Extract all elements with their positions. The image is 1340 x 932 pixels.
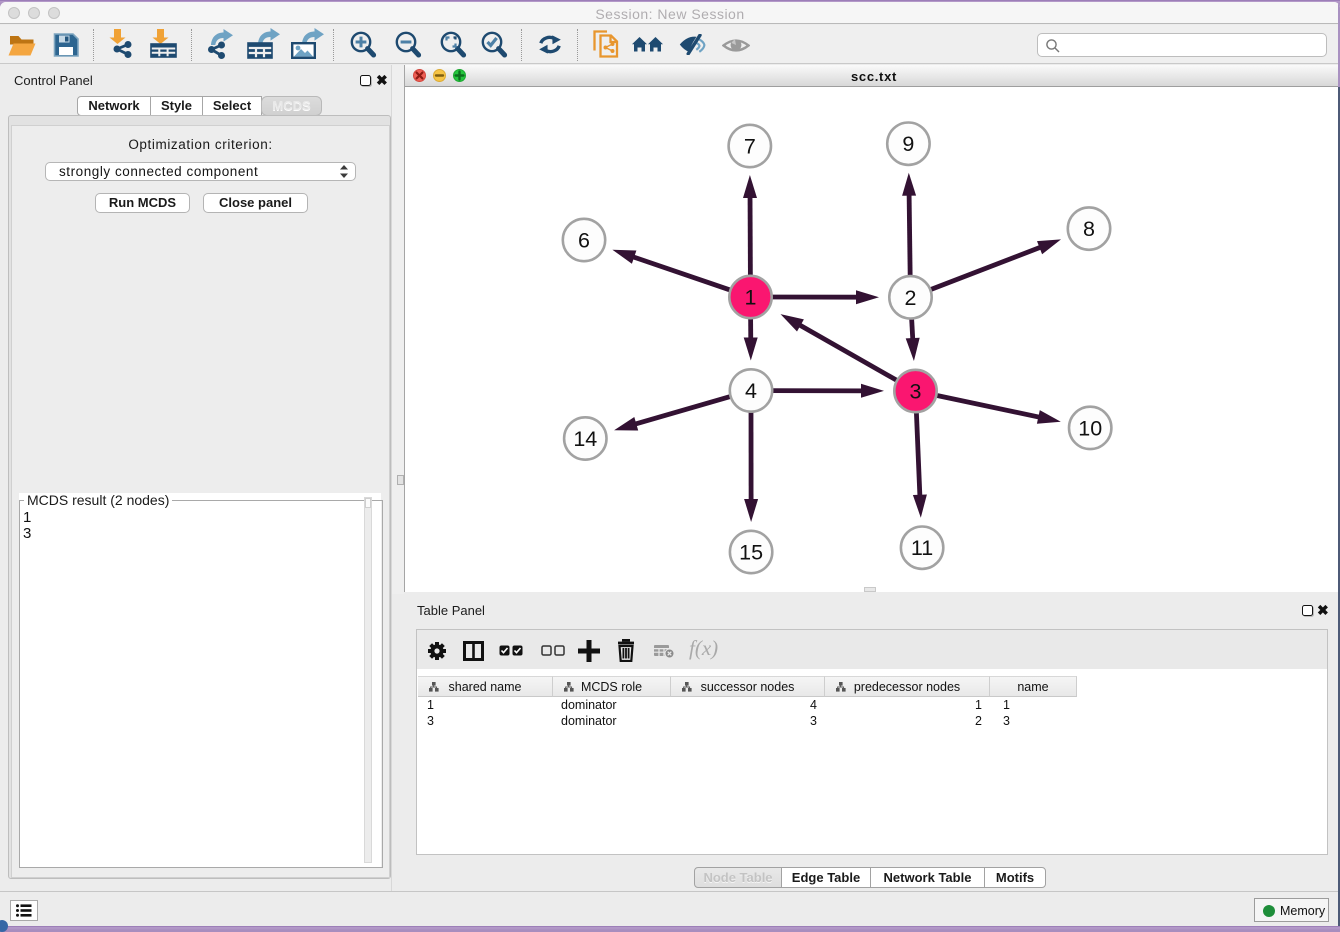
svg-text:1: 1	[745, 286, 757, 310]
svg-text:2: 2	[905, 286, 917, 310]
svg-text:7: 7	[744, 135, 756, 159]
svg-text:9: 9	[902, 132, 914, 156]
svg-text:4: 4	[745, 379, 757, 403]
svg-text:6: 6	[578, 229, 590, 253]
svg-text:3: 3	[910, 380, 922, 404]
svg-text:10: 10	[1078, 416, 1102, 440]
svg-text:14: 14	[573, 427, 597, 451]
svg-text:11: 11	[911, 536, 933, 560]
svg-text:15: 15	[739, 541, 763, 565]
svg-text:8: 8	[1083, 217, 1095, 241]
